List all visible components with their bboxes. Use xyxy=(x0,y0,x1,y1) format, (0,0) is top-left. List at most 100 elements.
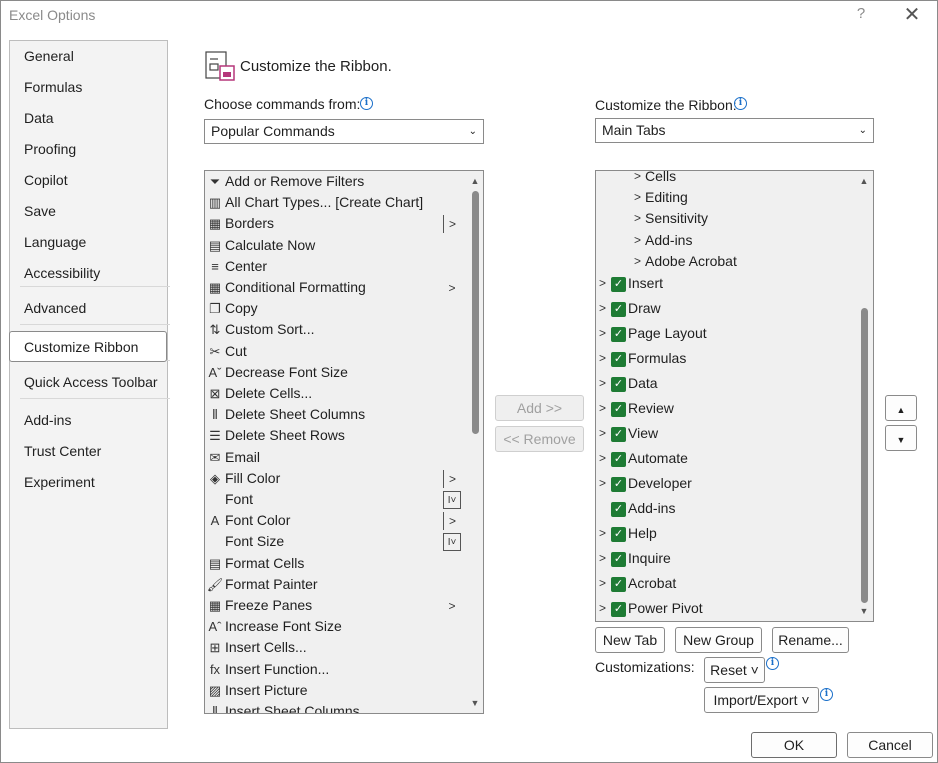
command-item[interactable]: ⇅ Custom Sort... xyxy=(205,319,467,340)
command-item[interactable]: ❐ Copy xyxy=(205,298,467,319)
commands-source-select[interactable]: Popular Commands ⌄ xyxy=(204,119,484,144)
command-item[interactable]: A Font Color > xyxy=(205,510,467,531)
chevron-right-icon[interactable]: > xyxy=(599,348,606,369)
checkbox-checked-icon[interactable]: ✓ xyxy=(611,377,626,392)
ribbon-group-item[interactable]: > Sensitivity xyxy=(596,208,854,229)
checkbox-checked-icon[interactable]: ✓ xyxy=(611,502,626,517)
ribbon-tab-help[interactable]: > ✓ Help xyxy=(596,523,854,544)
checkbox-checked-icon[interactable]: ✓ xyxy=(611,577,626,592)
rename-button[interactable]: Rename... xyxy=(772,627,849,653)
command-item[interactable]: ⊞ Insert Cells... xyxy=(205,637,467,658)
command-item[interactable]: ▤ Format Cells xyxy=(205,553,467,574)
chevron-right-icon[interactable]: > xyxy=(634,208,641,229)
move-down-button[interactable]: ▼ xyxy=(885,425,917,451)
nav-item-experiment[interactable]: Experiment xyxy=(10,467,167,498)
command-item[interactable]: ◈ Fill Color > xyxy=(205,468,467,489)
nav-item-quick-access-toolbar[interactable]: Quick Access Toolbar xyxy=(10,367,167,398)
chevron-right-icon[interactable]: > xyxy=(634,187,641,208)
move-up-button[interactable]: ▲ xyxy=(885,395,917,421)
ribbon-tab-automate[interactable]: > ✓ Automate xyxy=(596,448,854,469)
checkbox-checked-icon[interactable]: ✓ xyxy=(611,352,626,367)
checkbox-checked-icon[interactable]: ✓ xyxy=(611,477,626,492)
nav-item-general[interactable]: General xyxy=(10,41,167,72)
nav-item-language[interactable]: Language xyxy=(10,227,167,258)
remove-button[interactable]: << Remove xyxy=(495,426,584,452)
ribbon-group-item[interactable]: > Cells xyxy=(596,171,854,187)
nav-item-advanced[interactable]: Advanced xyxy=(10,293,167,324)
command-item[interactable]: ▨ Insert Picture xyxy=(205,680,467,701)
command-item[interactable]: Aˆ Increase Font Size xyxy=(205,616,467,637)
info-icon[interactable]: i xyxy=(766,657,779,670)
chevron-right-icon[interactable]: > xyxy=(634,251,641,272)
checkbox-checked-icon[interactable]: ✓ xyxy=(611,277,626,292)
nav-item-data[interactable]: Data xyxy=(10,103,167,134)
command-item[interactable]: fx Insert Function... xyxy=(205,659,467,680)
command-item[interactable]: 🖌 Format Painter xyxy=(205,574,467,595)
checkbox-checked-icon[interactable]: ✓ xyxy=(611,602,626,617)
ribbon-scrollbar[interactable]: ▲ ▼ xyxy=(857,171,871,621)
scroll-down-icon[interactable]: ▼ xyxy=(859,606,869,616)
checkbox-checked-icon[interactable]: ✓ xyxy=(611,327,626,342)
info-icon[interactable]: i xyxy=(360,97,373,110)
nav-item-save[interactable]: Save xyxy=(10,196,167,227)
ok-button[interactable]: OK xyxy=(751,732,837,758)
checkbox-checked-icon[interactable]: ✓ xyxy=(611,427,626,442)
ribbon-tab-add-ins[interactable]: ✓ Add-ins xyxy=(596,498,854,519)
nav-item-formulas[interactable]: Formulas xyxy=(10,72,167,103)
command-item[interactable]: ☰ Delete Sheet Rows xyxy=(205,425,467,446)
command-item[interactable]: ⫴ Delete Sheet Columns xyxy=(205,404,467,425)
chevron-right-icon[interactable]: > xyxy=(599,523,606,544)
checkbox-checked-icon[interactable]: ✓ xyxy=(611,552,626,567)
nav-item-add-ins[interactable]: Add-ins xyxy=(10,405,167,436)
ribbon-tab-draw[interactable]: > ✓ Draw xyxy=(596,298,854,319)
chevron-right-icon[interactable]: > xyxy=(599,373,606,394)
ribbon-tab-view[interactable]: > ✓ View xyxy=(596,423,854,444)
command-item[interactable]: ▥ All Chart Types... [Create Chart] xyxy=(205,192,467,213)
scroll-down-icon[interactable]: ▼ xyxy=(470,698,480,708)
close-icon[interactable]: ✕ xyxy=(899,3,925,27)
scroll-thumb[interactable] xyxy=(472,191,479,434)
checkbox-checked-icon[interactable]: ✓ xyxy=(611,452,626,467)
command-item[interactable]: ▤ Calculate Now xyxy=(205,235,467,256)
ribbon-group-item[interactable]: > Adobe Acrobat xyxy=(596,251,854,272)
nav-item-customize-ribbon[interactable]: Customize Ribbon xyxy=(9,331,167,362)
checkbox-checked-icon[interactable]: ✓ xyxy=(611,527,626,542)
nav-item-copilot[interactable]: Copilot xyxy=(10,165,167,196)
new-group-button[interactable]: New Group xyxy=(675,627,762,653)
command-item[interactable]: ⫴ Insert Sheet Columns xyxy=(205,701,467,713)
ribbon-group-item[interactable]: > Editing xyxy=(596,187,854,208)
ribbon-tabs-select[interactable]: Main Tabs ⌄ xyxy=(595,118,874,143)
chevron-right-icon[interactable]: > xyxy=(599,323,606,344)
import-export-button[interactable]: Import/Export ˅ xyxy=(704,687,819,713)
command-item[interactable]: ≡ Center xyxy=(205,256,467,277)
command-item[interactable]: ▦ Borders > xyxy=(205,213,467,234)
ribbon-tab-formulas[interactable]: > ✓ Formulas xyxy=(596,348,854,369)
command-item[interactable]: ⏷ Add or Remove Filters xyxy=(205,171,467,192)
scroll-up-icon[interactable]: ▲ xyxy=(470,176,480,186)
chevron-right-icon[interactable]: > xyxy=(599,473,606,494)
ribbon-tab-page-layout[interactable]: > ✓ Page Layout xyxy=(596,323,854,344)
chevron-right-icon[interactable]: > xyxy=(599,398,606,419)
ribbon-tab-acrobat[interactable]: > ✓ Acrobat xyxy=(596,573,854,594)
command-item[interactable]: ✂ Cut xyxy=(205,341,467,362)
info-icon[interactable]: i xyxy=(734,97,747,110)
info-icon[interactable]: i xyxy=(820,688,833,701)
ribbon-tab-review[interactable]: > ✓ Review xyxy=(596,398,854,419)
reset-button[interactable]: Reset ˅ xyxy=(704,657,765,683)
chevron-right-icon[interactable]: > xyxy=(599,573,606,594)
commands-scrollbar[interactable]: ▲ ▼ xyxy=(468,171,482,713)
chevron-right-icon[interactable]: > xyxy=(634,171,641,187)
checkbox-checked-icon[interactable]: ✓ xyxy=(611,402,626,417)
command-item[interactable]: ✉ Email xyxy=(205,447,467,468)
chevron-right-icon[interactable]: > xyxy=(599,448,606,469)
cancel-button[interactable]: Cancel xyxy=(847,732,933,758)
ribbon-tab-data[interactable]: > ✓ Data xyxy=(596,373,854,394)
chevron-right-icon[interactable]: > xyxy=(599,273,606,294)
new-tab-button[interactable]: New Tab xyxy=(595,627,665,653)
chevron-right-icon[interactable]: > xyxy=(599,598,606,619)
command-item[interactable]: ⊠ Delete Cells... xyxy=(205,383,467,404)
ribbon-tab-power-pivot[interactable]: > ✓ Power Pivot xyxy=(596,598,854,619)
scroll-up-icon[interactable]: ▲ xyxy=(859,176,869,186)
commands-list[interactable]: ▲ ▼ ⏷ Add or Remove Filters ▥ All Chart Typ… xyxy=(204,170,484,714)
ribbon-tab-inquire[interactable]: > ✓ Inquire xyxy=(596,548,854,569)
